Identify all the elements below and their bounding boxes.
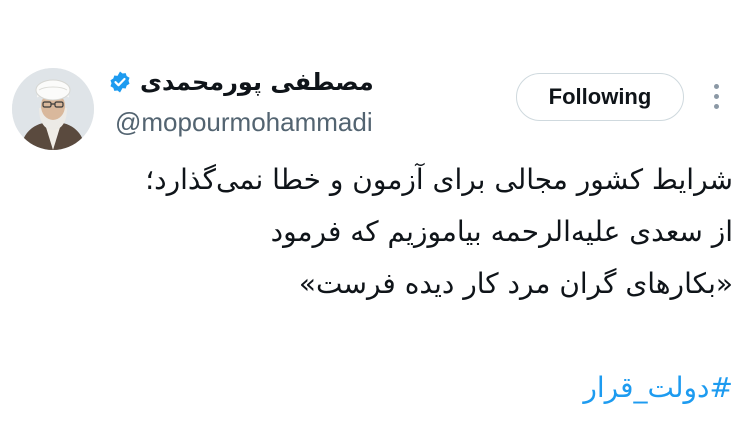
tweet-line: شرایط کشور مجالی برای آزمون و خطا نمی‌گذ… (145, 163, 733, 196)
verified-badge-icon (108, 70, 132, 94)
profile-photo (12, 68, 94, 150)
following-button[interactable]: Following (516, 73, 684, 121)
tweet-text: شرایط کشور مجالی برای آزمون و خطا نمی‌گذ… (33, 154, 733, 310)
more-vertical-icon[interactable] (706, 76, 726, 116)
author-display-name[interactable]: مصطفی پورمحمدی (140, 64, 374, 100)
tweet-line: «بکارهای گران مرد کار دیده فرست» (298, 267, 733, 300)
more-dot (713, 83, 719, 89)
avatar[interactable] (12, 68, 94, 150)
tweet-card: مصطفی پورمحمدی @mopourmohammadi Followin… (0, 0, 747, 427)
tweet-line: از سعدی علیه‌الرحمه بیاموزیم که فرمود (270, 215, 733, 248)
author-name-row[interactable]: مصطفی پورمحمدی (108, 64, 374, 100)
hashtag-link[interactable]: #دولت_قرار (583, 366, 733, 410)
author-handle[interactable]: @mopourmohammadi (115, 106, 373, 138)
more-dot (713, 103, 719, 109)
more-dot (713, 93, 719, 99)
